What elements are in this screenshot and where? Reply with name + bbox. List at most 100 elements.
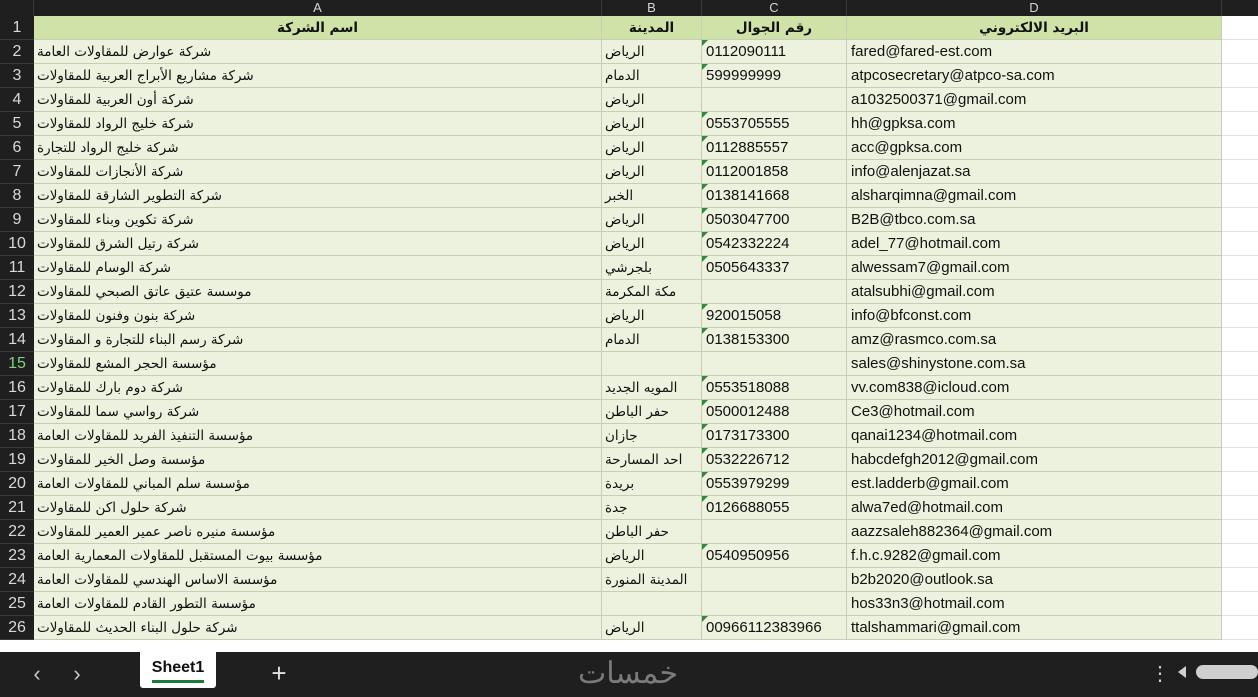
row-number[interactable]: 12 [0, 280, 34, 304]
mobile-cell[interactable] [702, 592, 847, 616]
email-cell[interactable]: atpcosecretary@atpco-sa.com [847, 64, 1222, 88]
mobile-cell[interactable]: 0532226712 [702, 448, 847, 472]
city-cell[interactable]: الرياض [602, 40, 702, 64]
mobile-cell[interactable]: 599999999 [702, 64, 847, 88]
city-cell[interactable]: الدمام [602, 64, 702, 88]
mobile-cell[interactable]: 0505643337 [702, 256, 847, 280]
company-cell[interactable]: مؤسسة وصل الخير للمقاولات [34, 448, 602, 472]
company-cell[interactable]: مؤسسة التنفيذ الفريد للمقاولات العامة [34, 424, 602, 448]
header-cell-city[interactable]: المدينة [602, 16, 702, 40]
select-all-corner[interactable] [0, 0, 34, 16]
company-cell[interactable]: شركة رتيل الشرق للمقاولات [34, 232, 602, 256]
email-cell[interactable]: adel_77@hotmail.com [847, 232, 1222, 256]
column-header-b[interactable]: B [602, 0, 702, 16]
city-cell[interactable]: المدينة المنورة [602, 568, 702, 592]
mobile-cell[interactable]: 0553979299 [702, 472, 847, 496]
empty-cell[interactable] [1222, 88, 1258, 112]
city-cell[interactable]: الخبر [602, 184, 702, 208]
city-cell[interactable]: مكة المكرمة [602, 280, 702, 304]
mobile-cell[interactable]: 0112885557 [702, 136, 847, 160]
row-number[interactable]: 23 [0, 544, 34, 568]
company-cell[interactable]: شركة أون العربية للمقاولات [34, 88, 602, 112]
company-cell[interactable]: شركة مشاريع الأبراج العربية للمقاولات [34, 64, 602, 88]
company-cell[interactable]: شركة رواسي سما للمقاولات [34, 400, 602, 424]
city-cell[interactable]: الرياض [602, 136, 702, 160]
empty-cell[interactable] [1222, 616, 1258, 640]
mobile-cell[interactable]: 0500012488 [702, 400, 847, 424]
row-number[interactable]: 19 [0, 448, 34, 472]
email-cell[interactable]: vv.com838@icloud.com [847, 376, 1222, 400]
email-cell[interactable]: est.ladderb@gmail.com [847, 472, 1222, 496]
email-cell[interactable]: habcdefgh2012@gmail.com [847, 448, 1222, 472]
city-cell[interactable] [602, 592, 702, 616]
mobile-cell[interactable]: 0173173300 [702, 424, 847, 448]
company-cell[interactable]: مؤسسة بيوت المستقبل للمقاولات المعمارية … [34, 544, 602, 568]
row-number[interactable]: 5 [0, 112, 34, 136]
mobile-cell[interactable]: 0553705555 [702, 112, 847, 136]
company-cell[interactable]: شركة حلول البناء الحديث للمقاولات [34, 616, 602, 640]
email-cell[interactable]: a1032500371@gmail.com [847, 88, 1222, 112]
add-sheet-button[interactable]: + [266, 660, 292, 688]
city-cell[interactable]: الرياض [602, 232, 702, 256]
empty-cell[interactable] [1222, 280, 1258, 304]
empty-cell[interactable] [1222, 400, 1258, 424]
header-cell-mobile[interactable]: رقم الجوال [702, 16, 847, 40]
empty-cell[interactable] [1222, 16, 1258, 40]
mobile-cell[interactable] [702, 520, 847, 544]
row-number[interactable]: 11 [0, 256, 34, 280]
mobile-cell[interactable]: 920015058 [702, 304, 847, 328]
company-cell[interactable]: شركة رسم البناء للتجارة و المقاولات [34, 328, 602, 352]
mobile-cell[interactable]: 0126688055 [702, 496, 847, 520]
email-cell[interactable]: alsharqimna@gmail.com [847, 184, 1222, 208]
email-cell[interactable]: amz@rasmco.com.sa [847, 328, 1222, 352]
column-header-e[interactable] [1222, 0, 1258, 16]
scroll-left-icon[interactable] [1178, 666, 1186, 678]
email-cell[interactable]: fared@fared-est.com [847, 40, 1222, 64]
email-cell[interactable]: Ce3@hotmail.com [847, 400, 1222, 424]
city-cell[interactable]: حفر الباطن [602, 520, 702, 544]
empty-cell[interactable] [1222, 40, 1258, 64]
city-cell[interactable]: الرياض [602, 112, 702, 136]
email-cell[interactable]: alwessam7@gmail.com [847, 256, 1222, 280]
row-number[interactable]: 20 [0, 472, 34, 496]
row-number[interactable]: 15 [0, 352, 34, 376]
empty-cell[interactable] [1222, 136, 1258, 160]
email-cell[interactable]: qanai1234@hotmail.com [847, 424, 1222, 448]
company-cell[interactable]: مؤسسة الحجر المشع للمقاولات [34, 352, 602, 376]
header-cell-email[interactable]: البريد الالكتروني [847, 16, 1222, 40]
city-cell[interactable]: بريدة [602, 472, 702, 496]
email-cell[interactable]: hos33n3@hotmail.com [847, 592, 1222, 616]
empty-cell[interactable] [1222, 496, 1258, 520]
row-number[interactable]: 16 [0, 376, 34, 400]
mobile-cell[interactable]: 0540950956 [702, 544, 847, 568]
empty-cell[interactable] [1222, 184, 1258, 208]
empty-cell[interactable] [1222, 520, 1258, 544]
row-number[interactable]: 13 [0, 304, 34, 328]
row-number[interactable]: 14 [0, 328, 34, 352]
mobile-cell[interactable]: 00966112383966 [702, 616, 847, 640]
city-cell[interactable]: المويه الجديد [602, 376, 702, 400]
mobile-cell[interactable]: 0112001858 [702, 160, 847, 184]
empty-cell[interactable] [1222, 112, 1258, 136]
horizontal-scrollbar[interactable] [1196, 665, 1258, 679]
empty-cell[interactable] [1222, 64, 1258, 88]
row-number[interactable]: 4 [0, 88, 34, 112]
empty-cell[interactable] [1222, 328, 1258, 352]
email-cell[interactable]: acc@gpksa.com [847, 136, 1222, 160]
city-cell[interactable]: الرياض [602, 304, 702, 328]
row-number[interactable]: 22 [0, 520, 34, 544]
email-cell[interactable]: info@alenjazat.sa [847, 160, 1222, 184]
email-cell[interactable]: B2B@tbco.com.sa [847, 208, 1222, 232]
email-cell[interactable]: info@bfconst.com [847, 304, 1222, 328]
city-cell[interactable]: جدة [602, 496, 702, 520]
tab-sheet1[interactable]: Sheet1 [140, 652, 216, 688]
next-sheet-icon[interactable]: › [66, 663, 88, 686]
company-cell[interactable]: مؤسسة التطور القادم للمقاولات العامة [34, 592, 602, 616]
row-number[interactable]: 2 [0, 40, 34, 64]
empty-cell[interactable] [1222, 448, 1258, 472]
empty-cell[interactable] [1222, 472, 1258, 496]
email-cell[interactable]: sales@shinystone.com.sa [847, 352, 1222, 376]
company-cell[interactable]: شركة تكوين وبناء للمقاولات [34, 208, 602, 232]
city-cell[interactable]: الرياض [602, 88, 702, 112]
empty-cell[interactable] [1222, 568, 1258, 592]
